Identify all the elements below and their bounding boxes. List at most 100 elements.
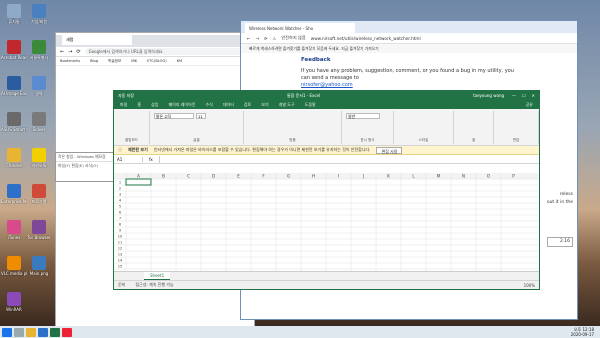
excel-ribbon-tabs: 파일 홈 삽입 페이지 레이아웃 수식 데이터 검토 보기 개발 도구 도움말 공유 [114,100,539,109]
desktop-icon[interactable]: 기업/회원 [26,4,52,24]
column-header[interactable]: I [338,174,339,179]
ribbon-tab[interactable]: 홈 [137,102,141,108]
ribbon-tab[interactable]: 페이지 레이아웃 [168,102,195,108]
desktop-icon[interactable]: Chrome [1,148,27,168]
column-header[interactable]: M [437,174,441,179]
ribbon-tab[interactable]: 개발 도구 [279,102,295,108]
desktop-icon[interactable]: Acrobat Reader DC [1,40,27,60]
edge-icon[interactable] [38,327,48,337]
row-header[interactable]: 5 [119,205,121,209]
desktop-icon[interactable]: 휴지통 [1,4,27,24]
ribbon-tab[interactable]: 삽입 [151,102,158,108]
chrome-tab[interactable]: 새탭 [62,35,132,45]
notepad-window[interactable]: 작은 창업 - Windows 메모장 파일(F) 편집(E) 서식(O) [55,152,115,182]
column-header[interactable]: D [212,174,215,179]
edge-url[interactable]: www.nirsoft.net/utils/wireless_network_w… [311,36,421,41]
bookmark-item[interactable]: Blog [90,59,98,63]
row-header[interactable]: 2 [119,187,121,191]
autosave-label[interactable]: 자동 저장 [118,93,134,99]
row-header[interactable]: 9 [119,229,122,233]
edge-tab[interactable]: Wireless Network Watcher - Sho [245,23,355,33]
desktop-icon[interactable]: Tor Browser [26,220,52,240]
explorer-icon[interactable] [26,327,36,337]
desktop-icon[interactable]: AI Image Enlarger [1,76,27,96]
minimize-icon[interactable]: — [512,93,516,98]
desktop-icon[interactable]: VLC media player [1,256,27,276]
desktop-icon[interactable]: 카카오톡 [26,148,52,168]
app-icon [7,40,21,54]
reload-icon[interactable]: ⟳ [264,36,268,41]
app-icon [32,220,46,234]
share-button[interactable]: 공유 [526,102,533,108]
row-header[interactable]: 13 [118,253,123,257]
chrome-address-bar[interactable]: Google에서 검색하거나 URL을 입력하세요. [84,48,250,55]
row-header[interactable]: 11 [118,241,123,245]
forward-icon[interactable]: → [68,49,72,55]
desktop-icon[interactable]: ASUS Smart Gesture [1,112,27,132]
column-header[interactable]: O [487,174,490,179]
desktop-icon[interactable]: 알약 [26,76,52,96]
sheet-tab[interactable]: Sheet1 [144,272,171,280]
desktop-icon[interactable]: Main.png [26,256,52,276]
row-header[interactable]: 10 [118,235,123,239]
desktop-icon[interactable]: Enterprise Mode Site [1,184,27,204]
taskbar: 오후 12:18 2020-09-17 [0,326,600,338]
row-header[interactable]: 12 [118,247,123,251]
row-header[interactable]: 8 [119,223,122,227]
desktop-icon[interactable]: 서울특별시 [26,40,52,60]
column-header[interactable]: C [187,174,190,179]
chrome-taskbar-icon[interactable] [62,327,72,337]
selected-cell[interactable] [125,178,152,186]
ribbon-tab[interactable]: 파일 [120,102,127,108]
back-icon[interactable]: ← [247,36,251,41]
column-header[interactable]: H [312,174,315,179]
security-label[interactable]: 안전하지 않음 [281,35,305,41]
name-box[interactable]: A1 [117,156,143,162]
ribbon-tab[interactable]: 수식 [205,102,212,108]
row-header[interactable]: 6 [119,211,122,215]
enable-editing-button[interactable]: 편집 사용 [376,146,403,154]
column-header[interactable]: J [362,174,364,179]
bookmark-item[interactable]: KM [177,59,182,63]
bookmark-item[interactable]: Bookmarks [60,59,80,63]
row-header[interactable]: 15 [118,265,123,269]
ribbon-tab[interactable]: 도움말 [305,102,316,108]
row-header[interactable]: 3 [119,193,121,197]
desktop-icon[interactable]: Solver [26,112,52,132]
column-header[interactable]: N [462,174,465,179]
worksheet-grid[interactable]: ABCDEFGHIJKLMNOP12345678910111213141516 [114,173,539,273]
forward-icon[interactable]: → [256,36,260,41]
row-header[interactable]: 4 [119,199,122,203]
ribbon-tab[interactable]: 데이터 [223,102,234,108]
search-icon[interactable] [14,327,24,337]
column-header[interactable]: K [387,174,390,179]
start-icon[interactable] [2,327,12,337]
feedback-email-link[interactable]: nirsofer@yahoo.com [301,82,353,88]
bookmark-item[interactable]: 학술정보 [108,59,121,64]
back-icon[interactable]: ← [60,49,64,55]
maximize-icon[interactable]: ☐ [522,93,526,98]
zoom-level[interactable]: 100% [524,283,535,288]
bookmark-item[interactable]: ETC(BLOG) [147,59,167,63]
status-accessibility[interactable]: 접근성: 계속 진행 가능 [135,282,173,288]
column-header[interactable]: A [137,174,140,179]
reload-icon[interactable]: ⟳ [76,49,80,55]
close-icon[interactable]: ✕ [532,93,535,98]
excel-taskbar-icon[interactable] [50,327,60,337]
excel-user[interactable]: taeyoung wang [473,93,504,98]
bookmark-item[interactable]: IBK [131,59,137,63]
row-header[interactable]: 7 [119,217,121,221]
taskbar-clock[interactable]: 오후 12:18 2020-09-17 [571,327,594,337]
row-header[interactable]: 14 [118,259,123,263]
column-header[interactable]: G [287,174,290,179]
row-header[interactable]: 1 [119,181,121,185]
formula-input[interactable] [158,155,539,163]
ribbon-tab[interactable]: 보기 [261,102,268,108]
app-icon [7,256,21,270]
desktop-icon[interactable]: iTunes [1,220,27,240]
ribbon-tab[interactable]: 검토 [244,102,251,108]
desktop-icon[interactable]: WinRAR [1,292,27,312]
excel-window[interactable]: 자동 저장 통합 문서1 - Excel taeyoung wang — ☐ ✕… [113,90,540,290]
desktop-icon[interactable]: 프로그램 [26,184,52,204]
column-header[interactable]: B [162,174,165,179]
